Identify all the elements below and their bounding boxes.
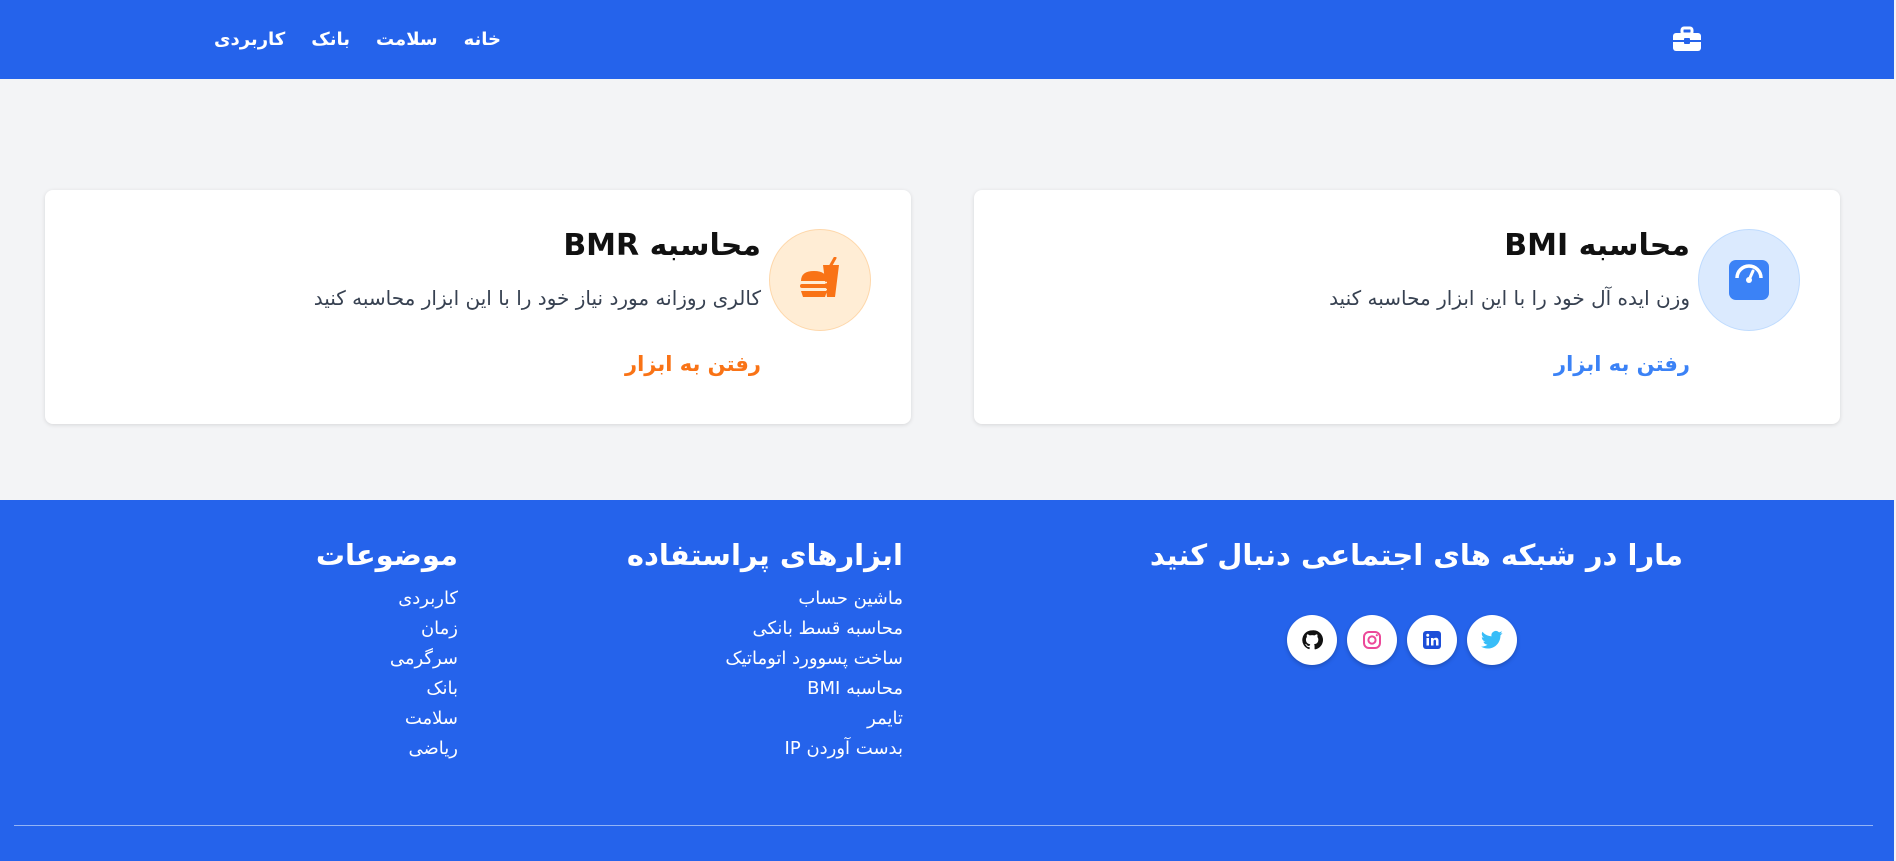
navbar: خانه سلامت بانک کاربردی (0, 0, 1894, 79)
bmr-card[interactable]: محاسبه BMR کالری روزانه مورد نیاز خود را… (45, 190, 911, 424)
footer-topics-section: موضوعات کاربردی زمان سرگرمی بانک سلامت ر… (316, 538, 458, 764)
list-item: محاسبه قسط بانکی (627, 614, 903, 644)
linkedin-icon[interactable] (1407, 615, 1457, 665)
twitter-icon[interactable] (1467, 615, 1517, 665)
nav-item-home[interactable]: خانه (464, 29, 501, 50)
github-icon[interactable] (1287, 615, 1337, 665)
footer-topic-bank[interactable]: بانک (426, 678, 458, 699)
footer-link-calculator[interactable]: ماشین حساب (798, 588, 903, 609)
go-to-tool-link[interactable]: رفتن به ابزار (625, 352, 761, 376)
footer-topic-health[interactable]: سلامت (405, 708, 458, 729)
nav-item-bank[interactable]: بانک (311, 29, 350, 50)
footer: مارا در شبکه های اجتماعی دنبال کنید ابزا… (0, 500, 1894, 861)
list-item: ساخت پسوورد اتوماتیک (627, 644, 903, 674)
footer-topic-time[interactable]: زمان (421, 618, 458, 639)
list-item: سلامت (316, 704, 458, 734)
footer-topics-heading: موضوعات (315, 538, 458, 572)
footer-link-bmi[interactable]: محاسبه BMI (807, 678, 903, 699)
social-links (1287, 615, 1517, 665)
toolbox-icon[interactable] (1672, 25, 1702, 53)
nav-item-utility[interactable]: کاربردی (214, 29, 285, 50)
footer-link-password-generator[interactable]: ساخت پسوورد اتوماتیک (725, 648, 903, 669)
nav-menu: خانه سلامت بانک کاربردی (214, 0, 501, 79)
list-item: تایمر (627, 704, 903, 734)
card-title: محاسبه BMR (563, 228, 761, 263)
card-description: کالری روزانه مورد نیاز خود را با این ابز… (313, 286, 761, 310)
footer-link-loan-installment[interactable]: محاسبه قسط بانکی (752, 618, 903, 639)
footer-topic-math[interactable]: ریاضی (409, 738, 458, 759)
list-item: ریاضی (316, 734, 458, 764)
footer-social-heading: مارا در شبکه های اجتماعی دنبال کنید (1149, 538, 1683, 572)
list-item: بدست آوردن IP (627, 734, 903, 764)
instagram-icon[interactable] (1347, 615, 1397, 665)
footer-tools-list: ماشین حساب محاسبه قسط بانکی ساخت پسوورد … (627, 584, 903, 764)
list-item: زمان (316, 614, 458, 644)
footer-link-timer[interactable]: تایمر (867, 708, 903, 729)
footer-tools-heading: ابزارهای پراستفاده (626, 538, 903, 572)
footer-topic-entertainment[interactable]: سرگرمی (390, 648, 458, 669)
footer-link-get-ip[interactable]: بدست آوردن IP (785, 738, 903, 759)
card-description: وزن ایده آل خود را با این ابزار محاسبه ک… (1329, 286, 1690, 310)
list-item: کاربردی (316, 584, 458, 614)
footer-tools-section: ابزارهای پراستفاده ماشین حساب محاسبه قسط… (627, 538, 903, 764)
footer-topics-list: کاربردی زمان سرگرمی بانک سلامت ریاضی (316, 584, 458, 764)
burger-soda-icon (769, 229, 871, 331)
go-to-tool-link[interactable]: رفتن به ابزار (1554, 352, 1690, 376)
list-item: ماشین حساب (627, 584, 903, 614)
list-item: بانک (316, 674, 458, 704)
bmi-card[interactable]: محاسبه BMI وزن ایده آل خود را با این ابز… (974, 190, 1840, 424)
card-title: محاسبه BMI (1504, 228, 1690, 263)
scale-gauge-icon (1698, 229, 1800, 331)
list-item: سرگرمی (316, 644, 458, 674)
footer-topic-utility[interactable]: کاربردی (398, 588, 458, 609)
footer-divider (14, 825, 1873, 826)
nav-item-health[interactable]: سلامت (376, 29, 438, 50)
footer-social-section: مارا در شبکه های اجتماعی دنبال کنید (1150, 538, 1683, 584)
list-item: محاسبه BMI (627, 674, 903, 704)
